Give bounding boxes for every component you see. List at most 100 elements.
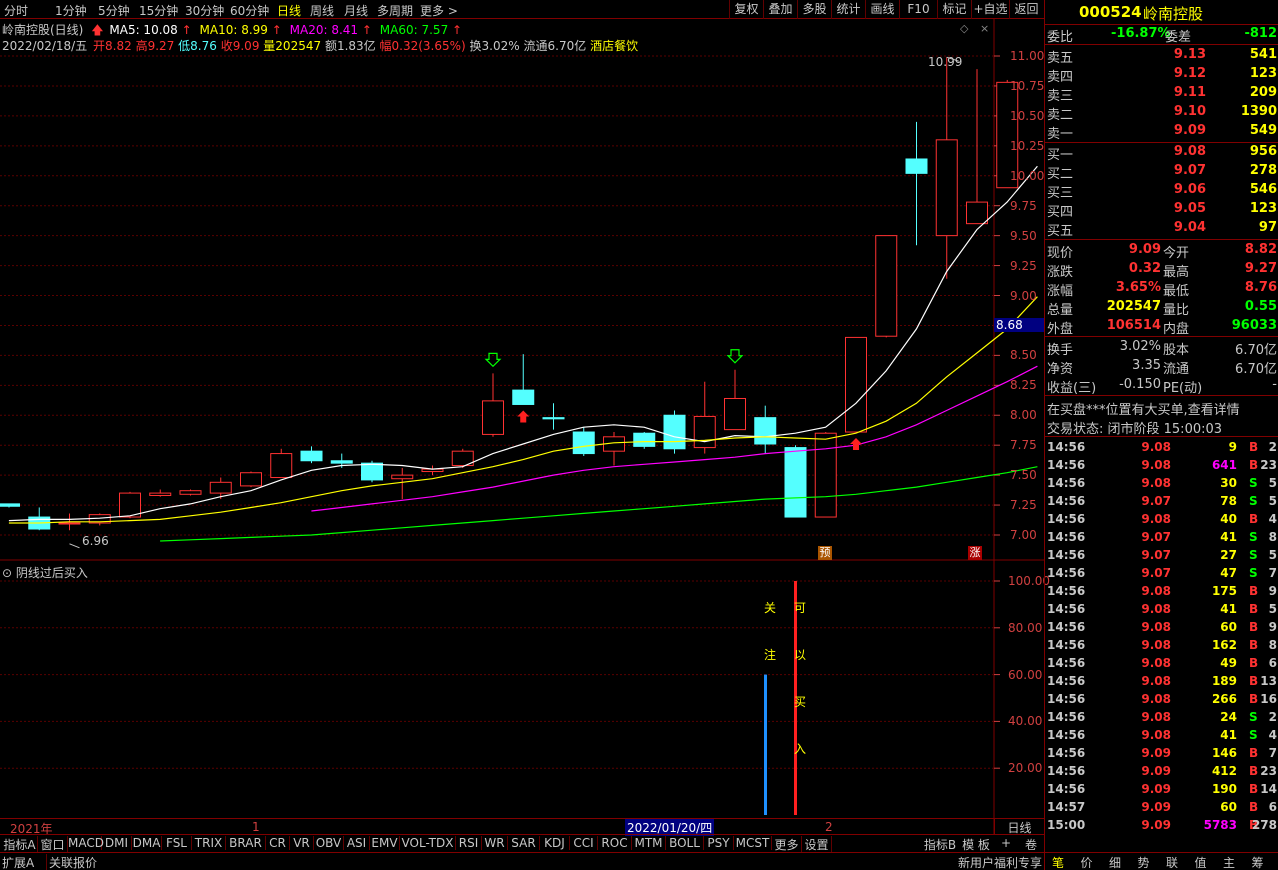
candle[interactable]	[542, 403, 565, 430]
tick-row[interactable]: 14:56 9.07 27 S 5	[1045, 546, 1278, 564]
tick-row[interactable]: 14:56 9.08 24 S 2	[1045, 708, 1278, 726]
indicator-tab[interactable]: CCI	[570, 836, 598, 850]
indicator-tab[interactable]: 窗口	[38, 836, 68, 853]
tick-row[interactable]: 14:56 9.08 30 S 5	[1045, 474, 1278, 492]
candle[interactable]	[935, 57, 958, 279]
indicator-tab[interactable]: MACD	[68, 836, 104, 850]
ask-row[interactable]: 卖四 9.12 123	[1045, 65, 1278, 85]
candle[interactable]	[875, 235, 898, 338]
level-label: 卖三	[1047, 89, 1074, 104]
tick-row[interactable]: 14:56 9.08 40 B 4	[1045, 510, 1278, 528]
candle[interactable]	[149, 489, 172, 497]
indicator-tab[interactable]: SAR	[508, 836, 540, 850]
indicator-tab[interactable]: 设置	[802, 836, 832, 853]
new-user-promo[interactable]: 新用户福利专享	[958, 854, 1042, 870]
tick-row[interactable]: 14:56 9.08 189 B 13	[1045, 672, 1278, 690]
bid-row[interactable]: 买四 9.05 123	[1045, 200, 1278, 220]
indicator-b-tab[interactable]: 卷	[1022, 836, 1040, 853]
chevron-down-icon[interactable]: ⊙	[2, 566, 12, 580]
candle[interactable]	[784, 445, 807, 518]
big-order-notice[interactable]: 在买盘***位置有大买单,查看详情	[1045, 398, 1278, 418]
ask-row[interactable]: 卖一 9.09 549	[1045, 122, 1278, 142]
indicator-tab[interactable]: 指标A	[2, 836, 38, 853]
tick-row[interactable]: 14:56 9.09 412 B 23	[1045, 762, 1278, 780]
candle[interactable]	[663, 410, 686, 454]
indicator-tab[interactable]: 更多	[772, 836, 802, 853]
ask-row[interactable]: 卖二 9.10 1390	[1045, 103, 1278, 123]
candle[interactable]	[814, 432, 837, 518]
tick-row[interactable]: 14:56 9.08 175 B 9	[1045, 582, 1278, 600]
candle[interactable]	[270, 448, 293, 479]
indicator-tab[interactable]: MTM	[632, 836, 666, 850]
indicator-tab[interactable]: BRAR	[226, 836, 266, 850]
related-quote-tab[interactable]: 关联报价	[46, 854, 97, 870]
candle[interactable]	[88, 513, 111, 526]
forecast-badge[interactable]: 预	[818, 546, 832, 560]
tick-row[interactable]: 14:57 9.09 60 B 6	[1045, 798, 1278, 816]
candle[interactable]	[845, 336, 867, 433]
tick-row[interactable]: 15:00 9.09 5783 B 278	[1045, 816, 1278, 834]
indicator-tab[interactable]: KDJ	[540, 836, 570, 850]
indicator-tab[interactable]: ROC	[598, 836, 632, 850]
candle[interactable]	[603, 432, 625, 466]
bid-row[interactable]: 买二 9.07 278	[1045, 162, 1278, 182]
indicator-tab[interactable]: VOL-TDX	[400, 836, 456, 850]
tick-row[interactable]: 14:56 9.08 162 B 8	[1045, 636, 1278, 654]
indicator-tab[interactable]: CR	[266, 836, 290, 850]
bid-row[interactable]: 买五 9.04 97	[1045, 219, 1278, 239]
indicator-b-tab[interactable]: 指标B	[922, 836, 958, 853]
tick-row[interactable]: 14:56 9.07 47 S 7	[1045, 564, 1278, 582]
indicator-b-tab[interactable]: 模 板	[960, 836, 992, 853]
candle[interactable]	[209, 477, 232, 500]
candle[interactable]	[966, 69, 988, 225]
indicator-tab[interactable]: PSY	[704, 836, 734, 850]
tick-row[interactable]: 14:56 9.08 641 B 23	[1045, 456, 1278, 474]
tick-row[interactable]: 14:56 9.08 266 B 16	[1045, 690, 1278, 708]
tick-row[interactable]: 14:56 9.08 9 B 2	[1045, 438, 1278, 456]
candle[interactable]	[300, 446, 323, 464]
tick-row[interactable]: 14:56 9.09 190 B 14	[1045, 780, 1278, 798]
candle[interactable]	[572, 427, 595, 456]
candle[interactable]	[724, 369, 746, 431]
indicator-tab[interactable]: DMA	[132, 836, 162, 850]
indicator-tab[interactable]: TRIX	[192, 836, 226, 850]
tick-row[interactable]: 14:56 9.09 146 B 7	[1045, 744, 1278, 762]
indicator-tab[interactable]: MCST	[734, 836, 772, 850]
indicator-tab[interactable]: FSL	[162, 836, 192, 850]
candle[interactable]	[240, 471, 262, 488]
limit-up-badge[interactable]: 涨	[968, 546, 982, 560]
indicator-tab[interactable]: WR	[482, 836, 508, 850]
candle[interactable]	[482, 373, 504, 437]
tick-row[interactable]: 14:56 9.08 49 B 6	[1045, 654, 1278, 672]
indicator-b-tab[interactable]: +	[998, 836, 1014, 850]
indicator-tab[interactable]: BOLL	[666, 836, 704, 850]
indicator-tab[interactable]: RSI	[456, 836, 482, 850]
candle[interactable]	[512, 354, 535, 405]
tick-row[interactable]: 14:56 9.07 41 S 8	[1045, 528, 1278, 546]
period-label-right[interactable]: 日线	[994, 818, 1044, 835]
tick-row[interactable]: 14:56 9.08 41 B 5	[1045, 600, 1278, 618]
indicator-title[interactable]: ⊙ 阴线过后买入	[2, 564, 88, 581]
candle[interactable]	[451, 448, 474, 468]
ask-row[interactable]: 卖五 9.13 541	[1045, 46, 1278, 66]
tick-row[interactable]: 14:56 9.08 60 B 9	[1045, 618, 1278, 636]
candle[interactable]	[633, 432, 656, 449]
indicator-tab[interactable]: ASI	[344, 836, 370, 850]
candle[interactable]	[693, 381, 716, 454]
expand-a-tab[interactable]: 扩展A	[2, 854, 34, 870]
candle[interactable]	[754, 405, 777, 454]
indicator-tab[interactable]: OBV	[314, 836, 344, 850]
tick-row[interactable]: 14:56 9.08 41 S 4	[1045, 726, 1278, 744]
indicator-tab[interactable]: EMV	[370, 836, 400, 850]
candle[interactable]	[0, 503, 20, 508]
tick-row[interactable]: 14:56 9.07 78 S 5	[1045, 492, 1278, 510]
ask-row[interactable]: 卖三 9.11 209	[1045, 84, 1278, 104]
candle[interactable]	[421, 465, 444, 476]
candle[interactable]	[179, 489, 202, 496]
bid-row[interactable]: 买三 9.06 546	[1045, 181, 1278, 201]
indicator-tab[interactable]: VR	[290, 836, 314, 850]
bid-row[interactable]: 买一 9.08 956	[1045, 143, 1278, 163]
candle[interactable]	[905, 121, 928, 246]
indicator-tab[interactable]: DMI	[102, 836, 132, 850]
kline-chart[interactable]	[0, 0, 1044, 834]
